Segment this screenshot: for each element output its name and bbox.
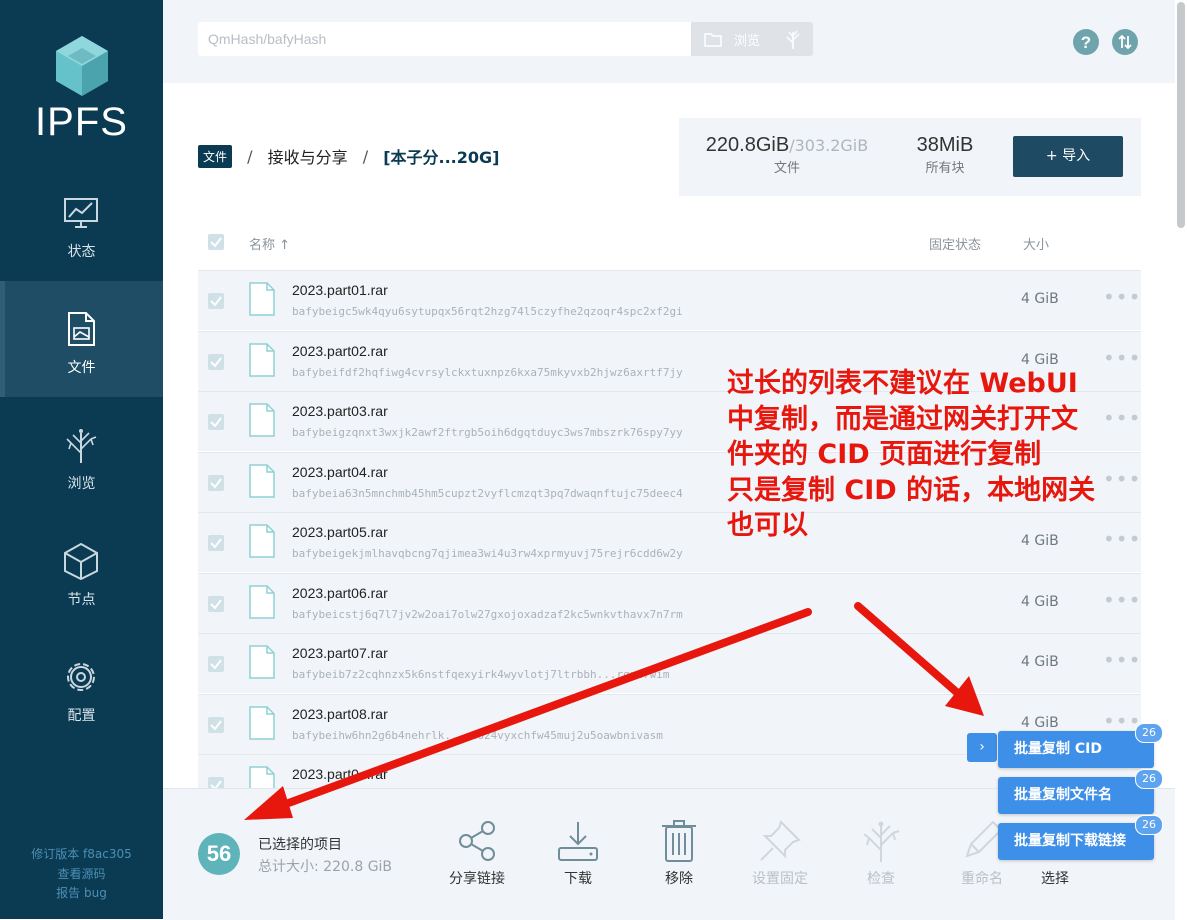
- annotation-line: 中复制，而是通过网关打开文: [727, 403, 1078, 435]
- annotation-line: 过长的列表不建议在 WebUI: [727, 368, 1078, 399]
- batch-copy-download-link-label: 批量复制下载链接: [1014, 833, 1126, 849]
- annotation-line: 也可以: [727, 510, 808, 541]
- count-badge: 26: [1135, 769, 1163, 789]
- batch-copy-filename-label: 批量复制文件名: [1014, 787, 1112, 803]
- annotation-line: 只是复制 CID 的话，本地网关: [727, 474, 1096, 506]
- batch-copy-cid-label: 批量复制 CID: [1014, 741, 1102, 757]
- batch-copy-filename-button[interactable]: 批量复制文件名: [998, 777, 1154, 814]
- count-badge: 26: [1135, 815, 1163, 835]
- annotation-line: 件夹的 CID 页面进行复制: [727, 439, 1042, 470]
- popup-toggle-button[interactable]: ›: [967, 733, 997, 762]
- count-badge: 26: [1135, 723, 1163, 743]
- batch-copy-cid-button[interactable]: 批量复制 CID: [998, 731, 1154, 768]
- annotation-text: 过长的列表不建议在 WebUI 中复制，而是通过网关打开文 件夹的 CID 页面…: [727, 366, 1167, 544]
- batch-copy-download-link-button[interactable]: 批量复制下载链接: [998, 823, 1154, 860]
